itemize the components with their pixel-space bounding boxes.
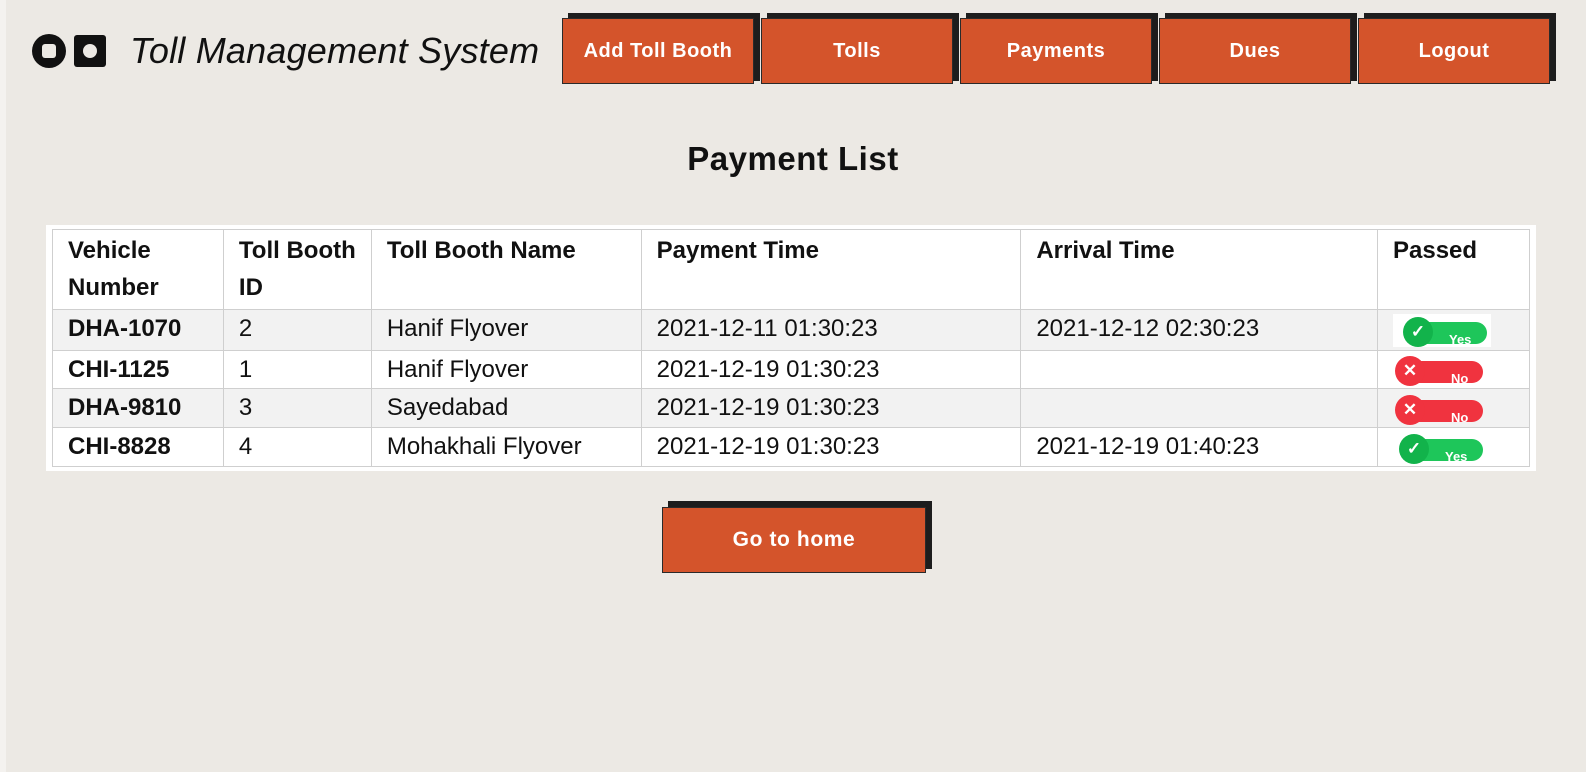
main-nav: Add Toll Booth Tolls Payments Dues Logou… [562, 13, 1556, 84]
nav-logout-button[interactable]: Logout [1358, 13, 1556, 84]
passed-label: Yes [1448, 331, 1472, 347]
square-circle-logo-icon [74, 35, 106, 67]
passed-cell: ✕ No [1376, 388, 1531, 428]
circle-square-logo-icon [32, 34, 66, 68]
nav-add-toll-booth-button[interactable]: Add Toll Booth [562, 13, 760, 84]
payment-time-cell: 2021-12-19 01:30:23 [640, 388, 1022, 428]
passed-yes-toggle: ✓ Yes [1397, 316, 1487, 347]
column-header-toll-booth-name: Toll Booth Name [370, 229, 642, 310]
vehicle-number-cell: CHI-1125 [52, 349, 224, 390]
payment-table-container: Vehicle Number Toll Booth ID Toll Booth … [46, 225, 1536, 471]
nav-tolls-button[interactable]: Tolls [761, 13, 959, 84]
toll-booth-id-cell: 4 [222, 426, 372, 467]
nav-button-label[interactable]: Logout [1358, 18, 1550, 84]
passed-cell: ✓ Yes [1376, 426, 1531, 467]
nav-button-label[interactable]: Tolls [761, 18, 953, 84]
passed-label: No [1450, 409, 1469, 425]
column-header-vehicle-number: Vehicle Number [52, 229, 224, 310]
nav-button-label[interactable]: Payments [960, 18, 1152, 84]
logo [32, 34, 106, 68]
page-title: Payment List [687, 140, 899, 177]
payment-time-cell: 2021-12-11 01:30:23 [640, 309, 1022, 351]
passed-cell: ✓ Yes [1376, 309, 1531, 351]
passed-cell: ✕ No [1376, 349, 1531, 390]
nav-payments-button[interactable]: Payments [960, 13, 1158, 84]
vehicle-number-cell: CHI-8828 [52, 426, 224, 467]
toll-booth-id-cell: 1 [222, 349, 372, 390]
go-to-home-button[interactable]: Go to home [662, 501, 932, 575]
vehicle-number-cell: DHA-1070 [52, 309, 224, 351]
toll-booth-name-cell: Sayedabad [370, 388, 642, 428]
nav-button-label[interactable]: Dues [1159, 18, 1351, 84]
table-row: CHI-8828 4 Mohakhali Flyover 2021-12-19 … [52, 426, 1531, 467]
app-title: Toll Management System [130, 30, 540, 71]
nav-button-label[interactable]: Add Toll Booth [562, 18, 754, 84]
toll-booth-id-cell: 3 [222, 388, 372, 428]
passed-no-toggle: ✕ No [1393, 355, 1483, 387]
arrival-time-cell [1020, 388, 1378, 428]
column-header-toll-booth-id: Toll Booth ID [222, 229, 372, 310]
payment-table: Vehicle Number Toll Booth ID Toll Booth … [52, 229, 1531, 467]
vehicle-number-cell: DHA-9810 [52, 388, 224, 428]
left-edge [0, 0, 6, 772]
go-to-home-label[interactable]: Go to home [662, 507, 926, 573]
toll-booth-name-cell: Hanif Flyover [370, 309, 642, 351]
passed-label: Yes [1444, 448, 1468, 464]
table-row: DHA-9810 3 Sayedabad 2021-12-19 01:30:23… [52, 388, 1531, 428]
arrival-time-cell [1020, 349, 1378, 390]
table-header-row: Vehicle Number Toll Booth ID Toll Booth … [52, 229, 1531, 310]
toll-booth-id-cell: 2 [222, 309, 372, 351]
payment-time-cell: 2021-12-19 01:30:23 [640, 349, 1022, 390]
payment-time-cell: 2021-12-19 01:30:23 [640, 426, 1022, 467]
column-header-arrival-time: Arrival Time [1020, 229, 1378, 310]
arrival-time-cell: 2021-12-12 02:30:23 [1020, 309, 1378, 351]
checkmark-icon: ✓ [1402, 316, 1433, 347]
table-row: DHA-1070 2 Hanif Flyover 2021-12-11 01:3… [52, 309, 1531, 351]
passed-badge-wrapper: ✓ Yes [1392, 314, 1491, 347]
toll-booth-name-cell: Mohakhali Flyover [370, 426, 642, 467]
arrival-time-cell: 2021-12-19 01:40:23 [1020, 426, 1378, 467]
checkmark-icon: ✓ [1398, 433, 1429, 464]
nav-dues-button[interactable]: Dues [1159, 13, 1357, 84]
x-mark-icon: ✕ [1394, 394, 1425, 425]
brand: Toll Management System [32, 30, 539, 72]
column-header-passed: Passed [1376, 229, 1531, 310]
passed-no-toggle: ✕ No [1393, 394, 1483, 425]
toll-booth-name-cell: Hanif Flyover [370, 349, 642, 390]
passed-yes-toggle: ✓ Yes [1393, 433, 1483, 464]
table-row: CHI-1125 1 Hanif Flyover 2021-12-19 01:3… [52, 349, 1531, 390]
passed-label: No [1450, 371, 1469, 387]
column-header-payment-time: Payment Time [640, 229, 1022, 310]
